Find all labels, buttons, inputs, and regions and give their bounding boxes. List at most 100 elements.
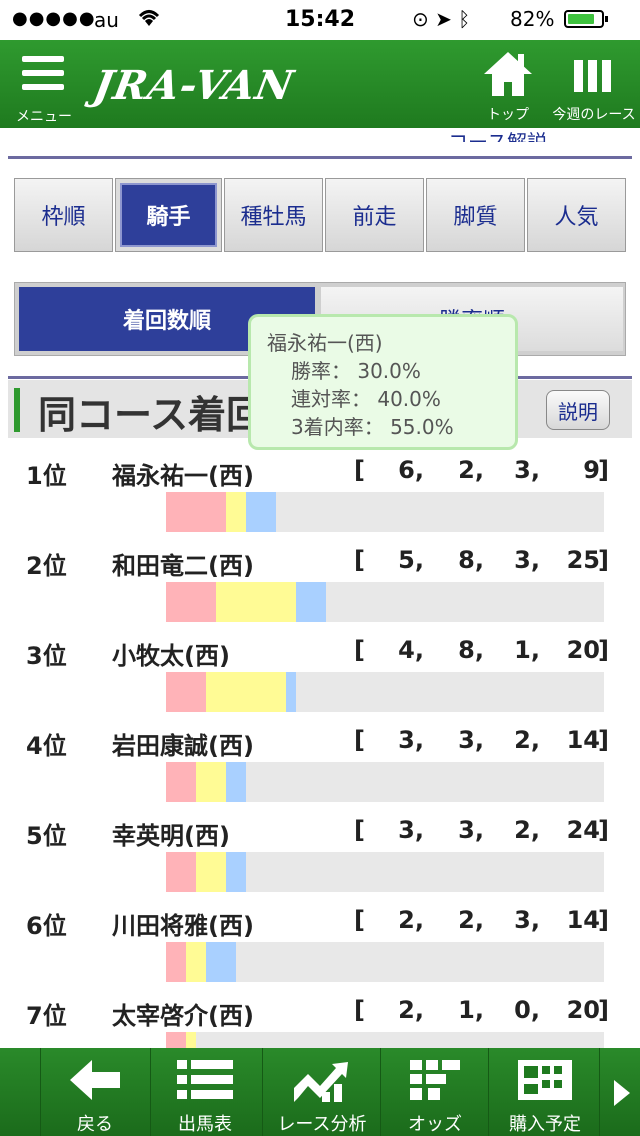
third-count: 1,	[514, 636, 540, 664]
back-button[interactable]: 戻る	[40, 1048, 149, 1136]
menu-label: メニュー	[16, 109, 72, 125]
app-header: メニュー JRA-VAN トップ 今週のレース	[0, 40, 640, 128]
second-count: 2,	[458, 456, 484, 484]
status-bar: ●●●●● au 15:42 ⊙ ➤ ᛒ 82%	[0, 0, 640, 40]
third-count: 2,	[514, 726, 540, 754]
bracket-open: [	[354, 816, 365, 844]
rank-label: 3位	[26, 642, 67, 670]
first-count: 3,	[398, 816, 424, 844]
second-count: 8,	[458, 636, 484, 664]
other-count: 9	[583, 456, 600, 484]
first-count: 2,	[398, 906, 424, 934]
odds-button[interactable]: オッズ	[380, 1048, 489, 1136]
chevron-right-icon	[614, 1080, 630, 1106]
jockey-row[interactable]: 5位 幸英明(西) [3, 3, 2, 24]	[0, 816, 640, 906]
rank-label: 6位	[26, 912, 67, 940]
battery-icon	[564, 10, 608, 28]
tooltip-show-rate: 3着内率： 55.0%	[291, 415, 454, 439]
section-marker	[14, 388, 20, 432]
tooltip-jockey-name: 福永祐一(西)	[267, 331, 383, 355]
tab-label: 種牡馬	[240, 205, 307, 230]
bracket-open: [	[354, 906, 365, 934]
rank-label: 1位	[26, 462, 67, 490]
menu-button[interactable]: メニュー	[10, 52, 80, 128]
third-segment	[286, 672, 296, 712]
first-count: 2,	[398, 996, 424, 1024]
third-count: 0,	[514, 996, 540, 1024]
other-count: 20	[566, 996, 600, 1024]
tab-label: 枠順	[41, 205, 86, 230]
tooltip-win-rate: 勝率： 30.0%	[291, 359, 421, 383]
back-arrow-icon	[70, 1060, 120, 1100]
location-icon: ➤	[435, 7, 452, 31]
tab-previous-race[interactable]: 前走	[325, 178, 424, 252]
bracket-close: ]	[598, 996, 609, 1024]
bracket-open: [	[354, 546, 365, 574]
race-analysis-label: レース分析	[277, 1114, 367, 1135]
stats-tooltip: 福永祐一(西) 勝率： 30.0% 連対率： 40.0% 3着内率： 55.0%	[248, 314, 518, 450]
tab-popularity[interactable]: 人気	[527, 178, 626, 252]
other-count: 14	[566, 726, 600, 754]
purchase-plan-label: 購入予定	[509, 1114, 581, 1135]
this-week-race-label: 今週のレース	[552, 107, 636, 123]
race-card-button[interactable]: 出馬表	[150, 1048, 259, 1136]
jockey-row[interactable]: 3位 小牧太(西) [4, 8, 1, 20]	[0, 636, 640, 726]
second-count: 1,	[458, 996, 484, 1024]
bracket-close: ]	[598, 726, 609, 754]
second-segment	[196, 852, 226, 892]
tab-jockey[interactable]: 騎手	[115, 178, 222, 252]
tab-waku[interactable]: 枠順	[14, 178, 113, 252]
category-tabs: 枠順 騎手 種牡馬 前走 脚質 人気	[14, 178, 626, 252]
odds-label: オッズ	[408, 1114, 462, 1135]
first-count: 4,	[398, 636, 424, 664]
top-button[interactable]: トップ	[476, 46, 540, 126]
third-segment	[206, 942, 236, 982]
rank-label: 7位	[26, 1002, 67, 1030]
bracket-close: ]	[598, 906, 609, 934]
race-analysis-button[interactable]: レース分析	[262, 1048, 381, 1136]
tooltip-place-rate: 連対率： 40.0%	[291, 387, 441, 411]
bracket-close: ]	[598, 816, 609, 844]
jockey-row[interactable]: 1位 福永祐一(西) [6, 2, 3, 9]	[0, 456, 640, 546]
second-segment	[216, 582, 296, 622]
second-count: 2,	[458, 906, 484, 934]
tab-label: 前走	[352, 205, 397, 230]
columns-icon	[574, 60, 611, 92]
jockey-name: 小牧太(西)	[112, 642, 230, 670]
tab-label: 脚質	[453, 205, 498, 230]
bracket-open: [	[354, 996, 365, 1024]
this-week-race-button[interactable]: 今週のレース	[548, 46, 640, 126]
jockey-row[interactable]: 4位 岩田康誠(西) [3, 3, 2, 14]	[0, 726, 640, 816]
footer-next-button[interactable]	[599, 1048, 640, 1136]
purchase-plan-button[interactable]: 購入予定	[488, 1048, 601, 1136]
first-segment	[166, 852, 196, 892]
result-bar	[166, 852, 604, 892]
jockey-row[interactable]: 6位 川田将雅(西) [2, 2, 3, 14]	[0, 906, 640, 996]
tab-sire[interactable]: 種牡馬	[224, 178, 323, 252]
tab-running-style[interactable]: 脚質	[426, 178, 525, 252]
second-segment	[226, 492, 246, 532]
third-segment	[226, 762, 246, 802]
bracket-close: ]	[598, 456, 609, 484]
tab-label: 人気	[554, 205, 599, 230]
divider	[8, 156, 632, 159]
result-bar	[166, 762, 604, 802]
other-count: 14	[566, 906, 600, 934]
section-title: 同コース着回	[38, 393, 265, 437]
status-icons: ⊙ ➤ ᛒ	[412, 7, 470, 31]
course-explanation-link[interactable]: コース解説	[448, 126, 547, 142]
explain-button[interactable]: 説明	[546, 390, 610, 430]
jockey-name: 福永祐一(西)	[112, 462, 254, 490]
result-bar	[166, 582, 604, 622]
rank-label: 2位	[26, 552, 67, 580]
other-count: 20	[566, 636, 600, 664]
jockey-name: 岩田康誠(西)	[112, 732, 254, 760]
jockey-name: 和田竜二(西)	[112, 552, 254, 580]
race-card-label: 出馬表	[178, 1114, 232, 1135]
home-icon	[484, 52, 532, 96]
bracket-open: [	[354, 726, 365, 754]
jockey-row[interactable]: 2位 和田竜二(西) [5, 8, 3, 25]	[0, 546, 640, 636]
first-segment	[166, 762, 196, 802]
second-count: 8,	[458, 546, 484, 574]
second-count: 3,	[458, 816, 484, 844]
